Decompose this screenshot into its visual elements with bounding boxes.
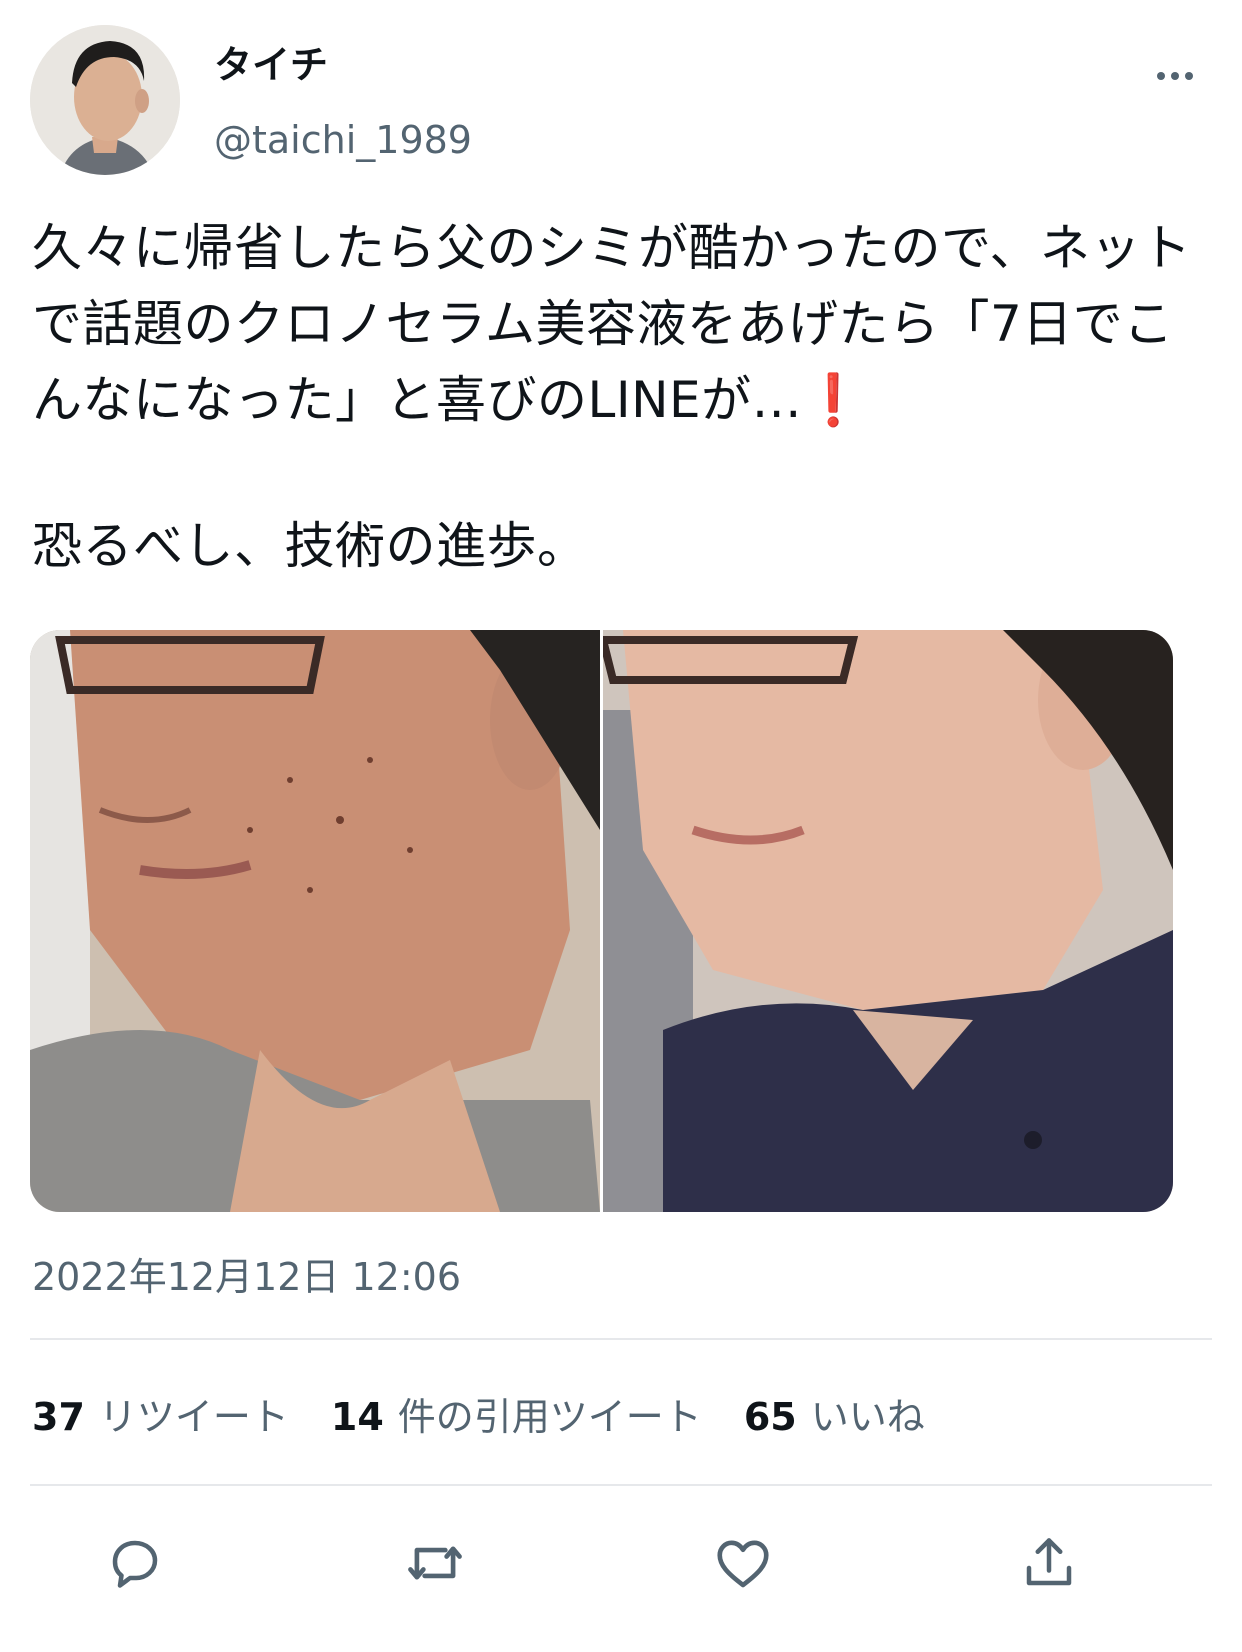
avatar[interactable] [30,25,180,175]
avatar-image [30,25,180,175]
quote-count: 14 [330,1395,384,1439]
quote-stat[interactable]: 14 件の引用ツイート [331,1392,702,1442]
heart-icon[interactable] [708,1528,778,1598]
retweet-count: 37 [32,1395,85,1439]
tweet-paragraph-1: 久々に帰省したら父のシミが酷かったので、ネットで話題のクロノセラム美容液をあげた… [32,210,1212,438]
like-count: 65 [743,1395,797,1439]
tweet-timestamp[interactable]: 2022年12月12日 12:06 [32,1252,461,1302]
media-image-after[interactable] [597,630,1173,1212]
like-label: いいね [810,1395,925,1439]
tweet-text: 久々に帰省したら父のシミが酷かったので、ネットで話題のクロノセラム美容液をあげた… [32,210,1212,584]
quote-label: 件の引用ツイート [397,1395,702,1439]
tweet-media[interactable] [30,630,1173,1212]
retweet-label: リツイート [98,1395,289,1439]
action-bar [0,1528,1242,1598]
tweet-paragraph-1-text: 久々に帰省したら父のシミが酷かったので、ネットで話題のクロノセラム美容液をあげた… [32,219,1192,429]
retweet-icon[interactable] [400,1528,470,1598]
media-image-before[interactable] [30,630,600,1212]
retweet-stat[interactable]: 37 リツイート [32,1392,289,1442]
share-icon[interactable] [1014,1528,1084,1598]
like-stat[interactable]: 65 いいね [744,1392,925,1442]
user-handle[interactable]: @taichi_1989 [214,115,472,165]
exclamation-icon: ❗ [802,371,865,429]
divider [30,1338,1212,1340]
tweet-stats: 37 リツイート 14 件の引用ツイート 65 いいね [32,1392,925,1442]
more-options-icon[interactable] [1150,56,1200,96]
display-name[interactable]: タイチ [214,40,328,90]
reply-icon[interactable] [100,1528,170,1598]
tweet-paragraph-2: 恐るべし、技術の進歩。 [32,517,588,575]
divider [30,1484,1212,1486]
